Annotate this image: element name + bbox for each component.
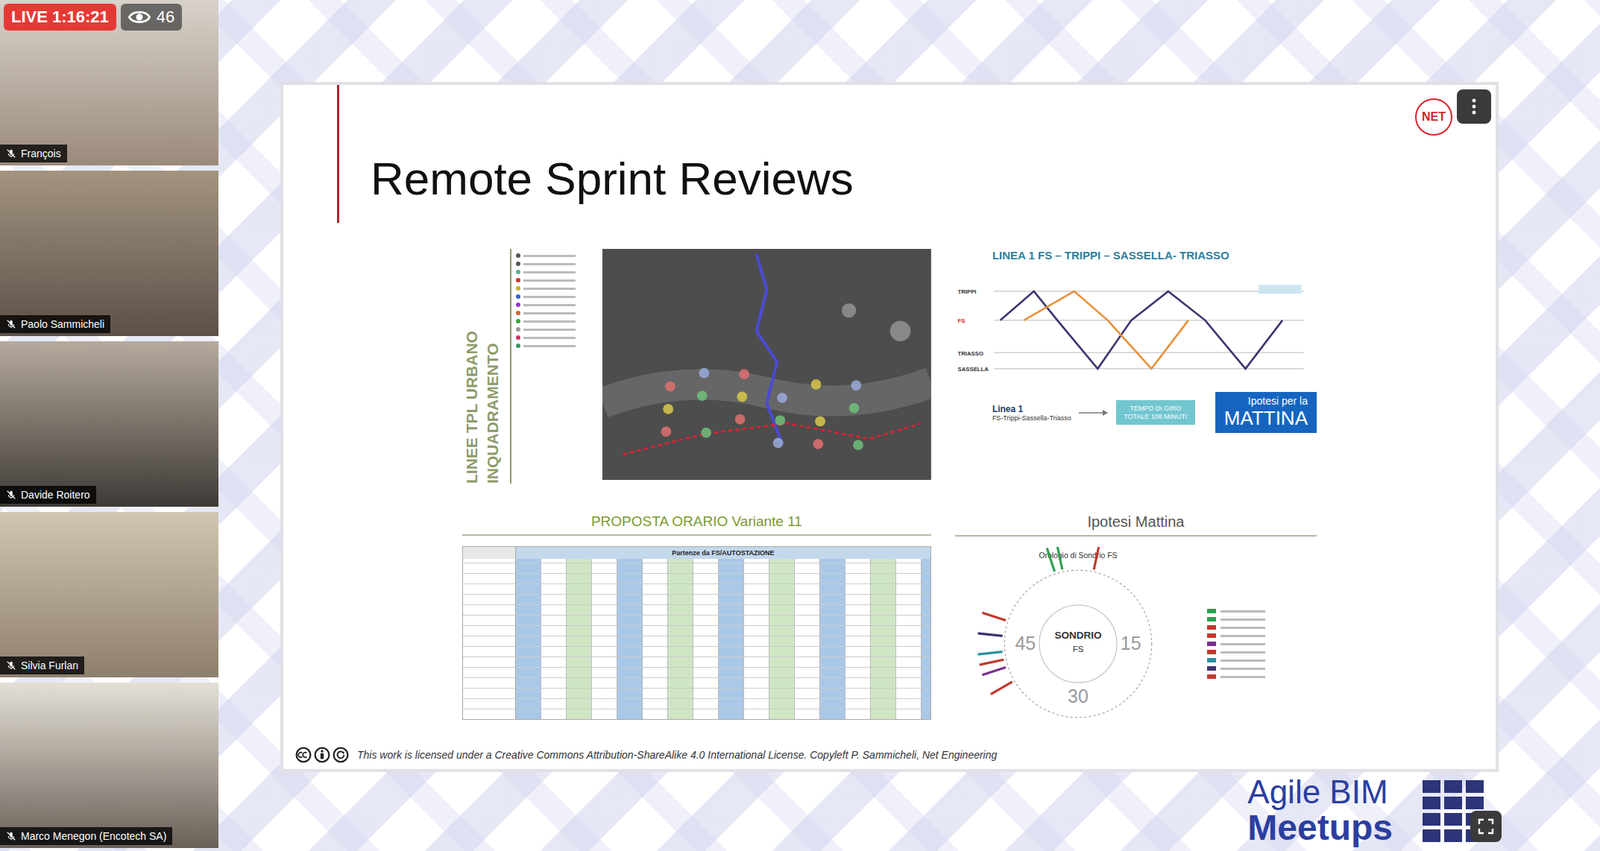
viewer-count: 46 <box>120 3 182 31</box>
live-badge: LIVE 1:16:21 <box>3 3 117 31</box>
svg-text:30: 30 <box>1067 685 1089 707</box>
svg-text:FS: FS <box>1072 644 1085 654</box>
more-icon <box>1471 97 1477 116</box>
timetable-title: PROPOSTA ORARIO Variante 11 <box>462 513 932 531</box>
participant-name: Paolo Sammicheli <box>0 315 111 334</box>
svg-text:SASSELLA: SASSELLA <box>957 366 989 373</box>
chart-series <box>1023 291 1189 370</box>
stream-page: LIVE 1:16:21 46 François Paolo Sammicheli D… <box>0 0 1600 851</box>
morning-badge: Ipotesi per laMATTINA <box>1215 392 1317 434</box>
chart-series <box>1000 291 1283 370</box>
participant-name: Silvia Furlan <box>0 656 85 675</box>
brand-name: Agile BIMMeetups <box>1247 775 1393 848</box>
map-legend <box>515 249 598 484</box>
menu-button[interactable] <box>1456 89 1492 124</box>
stage: Remote Sprint Reviews NET INQUADRAMENTOLIN… <box>218 0 1600 851</box>
svg-text:15: 15 <box>1120 632 1142 654</box>
participant-column: LIVE 1:16:21 46 François Paolo Sammicheli D… <box>0 0 219 851</box>
mic-off-icon <box>5 319 17 330</box>
slide-title: Remote Sprint Reviews <box>370 152 854 206</box>
slide-header: Remote Sprint Reviews NET <box>283 84 1496 235</box>
net-logo: NET <box>1415 98 1453 136</box>
live-status: LIVE 1:16:21 46 <box>3 3 182 31</box>
clock-title: Ipotesi Mattina <box>955 513 1317 531</box>
timetable-header: Partenze da FS/AUTOSTAZIONE <box>515 547 931 560</box>
line-chart-panel: LINEA 1 FS – TRIPPI – SASSELLA- TRIASSOT… <box>955 249 1317 484</box>
participant-name: Davide Roitero <box>0 486 97 505</box>
slide-corner: NET <box>1415 84 1496 136</box>
mic-off-icon <box>5 148 17 159</box>
timetable-panel: PROPOSTA ORARIO Variante 11 Partenze da F… <box>462 513 932 742</box>
cc-icon <box>295 747 312 764</box>
participant-name: François <box>0 144 68 163</box>
eye-icon <box>128 9 151 25</box>
license-footer: This work is licensed under a Creative C… <box>283 741 1496 770</box>
participant-tile[interactable]: Paolo Sammicheli <box>0 170 219 337</box>
participant-tile[interactable]: LIVE 1:16:21 46 François <box>0 0 219 166</box>
timetable: Partenze da FS/AUTOSTAZIONE <box>462 546 932 721</box>
participant-tile[interactable]: Silvia Furlan <box>0 512 219 678</box>
svg-text:TRIASSO: TRIASSO <box>957 350 984 358</box>
mic-off-icon <box>5 489 17 501</box>
map-panel: INQUADRAMENTOLINEE TPL URBANO <box>462 249 932 484</box>
arrow-icon <box>1078 409 1109 417</box>
clock-panel: Ipotesi MattinaOrologio di Sondrio FS153… <box>955 513 1317 742</box>
slide-content: INQUADRAMENTOLINEE TPL URBANO LINEA 1 FS … <box>462 249 1317 742</box>
svg-text:SONDRIO: SONDRIO <box>1054 630 1102 642</box>
mic-off-icon <box>5 831 17 842</box>
accent-line <box>336 84 340 223</box>
map-image <box>602 249 932 481</box>
svg-text:FS: FS <box>957 317 965 325</box>
sharealike-icon <box>332 747 349 764</box>
participant-tile[interactable]: Davide Roitero <box>0 341 219 507</box>
line-chart: TRIPPI FS TRIASSO SASSELLA <box>955 261 1317 393</box>
svg-text:TRIPPI: TRIPPI <box>957 288 976 296</box>
brand: Agile BIMMeetups <box>280 775 1499 848</box>
clock-diagram: Orologio di Sondrio FS153045SONDRIOFS <box>955 547 1202 742</box>
chart-title: LINEA 1 FS – TRIPPI – SASSELLA- TRIASSO <box>955 249 1317 262</box>
map-label: INQUADRAMENTOLINEE TPL URBANO <box>462 249 512 484</box>
svg-text:45: 45 <box>1014 632 1036 654</box>
participant-tile[interactable]: Marco Menegon (Encotech SA) <box>0 682 219 849</box>
chart-caption: Linea 1FS-Trippi-Sassella-TriassoTEMPO D… <box>955 392 1317 434</box>
mic-off-icon <box>5 660 17 672</box>
clock-legend <box>1207 609 1266 680</box>
fullscreen-button[interactable] <box>1470 811 1502 843</box>
attribution-icon <box>313 747 331 764</box>
participant-name: Marco Menegon (Encotech SA) <box>0 827 173 846</box>
fullscreen-icon <box>1476 817 1495 836</box>
total-time: TEMPO DI GIRO TOTALE 108 MINUTI <box>1116 400 1196 426</box>
slide: Remote Sprint Reviews NET INQUADRAMENTOLIN… <box>280 82 1499 773</box>
